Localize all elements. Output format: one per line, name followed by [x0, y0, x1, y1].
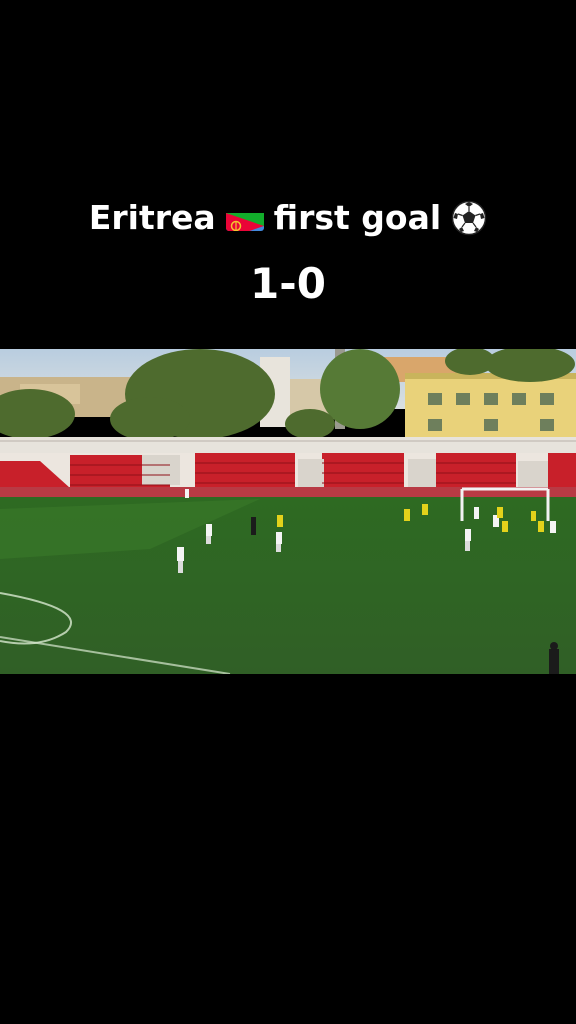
eritrea-flag-icon	[225, 205, 264, 231]
caption-country: Eritrea	[88, 198, 216, 237]
caption-first-goal: first goal	[273, 198, 442, 237]
match-video-frame[interactable]	[0, 349, 576, 674]
video-caption-title: Eritrea first goal	[0, 195, 576, 241]
score-text: 1-0	[250, 259, 326, 308]
stadium-scene	[0, 349, 576, 674]
soccer-ball-icon	[451, 200, 487, 236]
